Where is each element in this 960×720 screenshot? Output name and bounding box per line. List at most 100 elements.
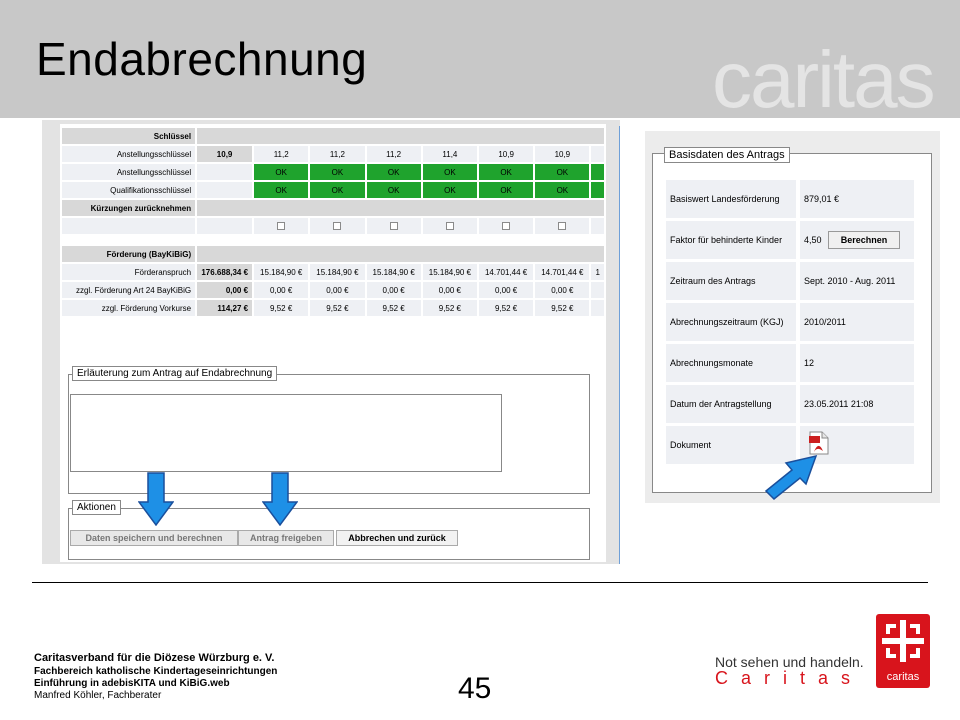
- checkbox[interactable]: [277, 222, 286, 231]
- table-cell: 0,00 €: [308, 280, 367, 300]
- table-cell: 11,2: [364, 144, 423, 164]
- table-row: Schlüssel: [60, 126, 606, 146]
- logo-text: caritas: [887, 671, 920, 683]
- organization-name: Caritasverband für die Diözese Würzburg …: [34, 652, 275, 664]
- table-cell: 9,52 €: [420, 298, 480, 318]
- course-title: Einführung in adebisKITA und KiBiG.web: [34, 678, 230, 689]
- info-value: Sept. 2010 - Aug. 2011: [800, 262, 914, 300]
- slogan-line-2: Caritas: [715, 668, 864, 688]
- screenshot-panel-right: Basisdaten des Antrags Basiswert Landesf…: [645, 131, 940, 503]
- section-header-kuerzungen: Kürzungen zurücknehmen: [60, 198, 198, 218]
- section-header-foerderung: Förderung (BayKiBiG): [60, 244, 198, 264]
- table-cell: 15.184,90 €: [252, 262, 311, 282]
- info-row: Abrechnungszeitraum (KGJ) 2010/2011: [662, 303, 914, 341]
- slide: Endabrechnung caritas Schlüssel Anstellu…: [0, 0, 960, 720]
- arrow-up-right-icon: [764, 454, 818, 501]
- table-row: zzgl. Förderung Art 24 BayKiBiG 0,00 € 0…: [60, 280, 606, 300]
- info-label: Zeitraum des Antrags: [666, 262, 796, 300]
- status-ok: OK: [420, 162, 480, 182]
- info-value: 23.05.2011 21:08: [800, 385, 914, 423]
- panel-divider: [619, 126, 620, 564]
- status-ok: OK: [476, 180, 536, 200]
- status-ok: OK: [308, 180, 367, 200]
- author-name: Manfred Köhler, Fachberater: [34, 690, 162, 701]
- table-cell: 10,9: [533, 144, 592, 164]
- screenshot-panel-left: Schlüssel Anstellungsschlüssel 10,9 11,2…: [42, 120, 620, 564]
- table-cell: 10,9: [476, 144, 536, 164]
- table-cell: 11,2: [252, 144, 311, 164]
- info-row: Abrechnungsmonate 12: [662, 344, 914, 382]
- cancel-and-back-button[interactable]: Abbrechen und zurück: [336, 530, 458, 546]
- table-row: Anstellungsschlüssel OK OK OK OK OK OK: [60, 162, 606, 182]
- table-cell: 10,9: [195, 144, 255, 164]
- explanation-textarea[interactable]: [70, 394, 502, 472]
- table-row: [60, 216, 606, 236]
- checkbox[interactable]: [389, 222, 398, 231]
- status-ok: OK: [252, 180, 311, 200]
- slide-title: Endabrechnung: [36, 33, 368, 85]
- info-label: Abrechnungsmonate: [666, 344, 796, 382]
- header-band: Endabrechnung caritas: [0, 0, 960, 124]
- table-cell: 9,52 €: [252, 298, 311, 318]
- table-cell: 114,27 €: [195, 298, 255, 318]
- info-label: Datum der Antragstellung: [666, 385, 796, 423]
- table-cell: 9,52 €: [476, 298, 536, 318]
- page-number: 45: [458, 672, 492, 705]
- table-cell: 0,00 €: [476, 280, 536, 300]
- explanation-legend: Erläuterung zum Antrag auf Endabrechnung: [72, 366, 278, 381]
- table-cell: 1: [589, 262, 606, 282]
- status-ok: OK: [252, 162, 311, 182]
- table-cell: 0,00 €: [533, 280, 592, 300]
- row-label: zzgl. Förderung Art 24 BayKiBiG: [60, 280, 198, 300]
- table-row: Förderanspruch 176.688,34 € 15.184,90 € …: [60, 262, 606, 282]
- billing-table: Schlüssel Anstellungsschlüssel 10,9 11,2…: [60, 126, 606, 318]
- footer-divider: [32, 582, 928, 583]
- info-row: Basiswert Landesförderung 879,01 €: [662, 180, 914, 218]
- info-value: 879,01 €: [800, 180, 914, 218]
- status-ok: OK: [476, 162, 536, 182]
- checkbox[interactable]: [558, 222, 567, 231]
- caritas-logo: caritas: [876, 614, 930, 688]
- row-label: zzgl. Förderung Vorkurse: [60, 298, 198, 318]
- checkbox[interactable]: [445, 222, 454, 231]
- table-cell: 9,52 €: [533, 298, 592, 318]
- release-application-button[interactable]: Antrag freigeben: [238, 530, 334, 546]
- table-cell: 14.701,44 €: [476, 262, 536, 282]
- section-header-schluessel: Schlüssel: [60, 126, 198, 146]
- table-row: Förderung (BayKiBiG): [60, 244, 606, 264]
- info-value: 2010/2011: [800, 303, 914, 341]
- row-label: Anstellungsschlüssel: [60, 162, 198, 182]
- table-cell: 0,00 €: [195, 280, 255, 300]
- table-row: zzgl. Förderung Vorkurse 114,27 € 9,52 €…: [60, 298, 606, 318]
- status-ok: OK: [533, 180, 592, 200]
- info-label: Basiswert Landesförderung: [666, 180, 796, 218]
- checkbox[interactable]: [502, 222, 511, 231]
- info-value: 12: [800, 344, 914, 382]
- actions-legend: Aktionen: [72, 500, 121, 515]
- pdf-document-icon[interactable]: [808, 431, 830, 455]
- table-cell: 11,2: [308, 144, 367, 164]
- table-cell: 9,52 €: [308, 298, 367, 318]
- status-ok: OK: [533, 162, 592, 182]
- status-ok: OK: [364, 162, 423, 182]
- table-cell: 0,00 €: [252, 280, 311, 300]
- checkbox[interactable]: [333, 222, 342, 231]
- basis-data-legend: Basisdaten des Antrags: [664, 147, 790, 163]
- info-label: Faktor für behinderte Kinder: [666, 221, 796, 259]
- arrow-down-icon: [138, 472, 174, 526]
- table-cell: 15.184,90 €: [308, 262, 367, 282]
- department-name: Fachbereich katholische Kindertageseinri…: [34, 666, 278, 677]
- table-cell: 9,52 €: [364, 298, 423, 318]
- table-cell: 14.701,44 €: [533, 262, 592, 282]
- table-row: Qualifikationsschlüssel OK OK OK OK OK O…: [60, 180, 606, 200]
- table-row: Anstellungsschlüssel 10,9 11,2 11,2 11,2…: [60, 144, 606, 164]
- row-label: Förderanspruch: [60, 262, 198, 282]
- table-cell: 0,00 €: [364, 280, 423, 300]
- row-label: Anstellungsschlüssel: [60, 144, 198, 164]
- caritas-wordmark: caritas: [712, 35, 936, 124]
- status-ok: OK: [308, 162, 367, 182]
- status-ok: OK: [420, 180, 480, 200]
- calculate-button[interactable]: Berechnen: [828, 231, 900, 249]
- row-label: Qualifikationsschlüssel: [60, 180, 198, 200]
- save-and-calculate-button[interactable]: Daten speichern und berechnen: [70, 530, 238, 546]
